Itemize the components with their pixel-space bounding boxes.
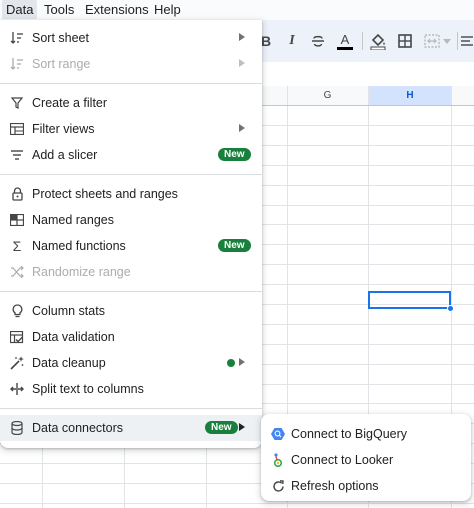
menu-item-data-validation[interactable]: Data validation (0, 324, 262, 350)
new-badge: New (218, 239, 251, 252)
menu-divider (0, 174, 262, 175)
text-color-label: A (340, 31, 350, 47)
menu-item-label: Column stats (32, 304, 105, 318)
looker-icon (271, 452, 285, 467)
submenu-item-label: Refresh options (291, 479, 379, 493)
italic-icon[interactable]: I (280, 30, 304, 52)
text-color-icon[interactable]: A (333, 30, 357, 52)
lock-icon (10, 187, 24, 201)
submenu-item-refresh-options[interactable]: Refresh options (261, 473, 471, 499)
bigquery-icon (271, 427, 285, 441)
menu-item-label: Data validation (32, 330, 115, 344)
slicer-icon (10, 148, 24, 162)
fill-color-icon[interactable] (366, 30, 390, 52)
menu-item-named-functions[interactable]: Σ Named functions New (0, 233, 262, 259)
refresh-icon (271, 479, 285, 493)
menu-item-named-ranges[interactable]: Named ranges (0, 207, 262, 233)
new-badge: New (205, 421, 238, 434)
submenu-arrow-icon (239, 59, 245, 67)
menu-item-sort-range[interactable]: Sort range (0, 51, 262, 77)
borders-icon[interactable] (393, 30, 417, 52)
menu-help[interactable]: Help (150, 0, 185, 19)
menu-item-label: Named functions (32, 239, 126, 253)
submenu-arrow-icon (239, 33, 245, 41)
text-color-swatch (337, 46, 353, 50)
data-connectors-submenu: Connect to BigQuery Connect to Looker Re… (261, 414, 471, 501)
submenu-arrow-icon (239, 423, 245, 431)
menu-item-label: Filter views (32, 122, 95, 136)
submenu-arrow-icon (239, 124, 245, 132)
new-badge: New (218, 148, 251, 161)
selected-cell[interactable] (368, 291, 451, 309)
submenu-item-connect-looker[interactable]: Connect to Looker (261, 447, 471, 473)
status-dot (227, 359, 235, 367)
toolbar-divider (362, 32, 363, 50)
submenu-item-connect-bigquery[interactable]: Connect to BigQuery (261, 421, 471, 447)
sort-icon (10, 57, 24, 71)
menu-item-label: Sort range (32, 57, 91, 71)
menu-item-randomize-range[interactable]: Randomize range (0, 259, 262, 285)
menu-item-filter-views[interactable]: Filter views (0, 116, 262, 142)
menu-item-data-cleanup[interactable]: Data cleanup (0, 350, 262, 376)
menu-extensions[interactable]: Extensions (81, 0, 153, 19)
menu-item-create-filter[interactable]: Create a filter (0, 90, 262, 116)
toolbar-divider (457, 32, 458, 50)
submenu-arrow-icon (239, 358, 245, 366)
submenu-item-label: Connect to Looker (291, 453, 394, 467)
menu-divider (0, 83, 262, 84)
menu-data[interactable]: Data (2, 0, 38, 19)
submenu-item-label: Connect to BigQuery (291, 427, 408, 441)
data-menu: Sort sheet Sort range Create a filter Fi… (0, 20, 262, 448)
strikethrough-icon[interactable] (306, 30, 330, 52)
sigma-icon: Σ (12, 238, 22, 254)
menu-divider (0, 408, 262, 409)
menu-bar: Data Tools Extensions Help (0, 0, 474, 20)
filter-icon (10, 96, 24, 110)
database-icon (10, 421, 24, 435)
menu-divider (0, 291, 262, 292)
menu-item-label: Add a slicer (32, 148, 98, 162)
menu-item-label: Data cleanup (32, 356, 106, 370)
sort-icon (10, 31, 24, 45)
menu-item-label: Randomize range (32, 265, 131, 279)
menu-tools[interactable]: Tools (40, 0, 78, 19)
menu-item-protect-sheets[interactable]: Protect sheets and ranges (0, 181, 262, 207)
align-icon[interactable] (460, 30, 474, 52)
column-header-h[interactable]: H (369, 86, 451, 105)
menu-item-column-stats[interactable]: Column stats (0, 298, 262, 324)
menu-item-label: Split text to columns (32, 382, 144, 396)
split-columns-icon (10, 382, 24, 396)
magic-wand-icon (10, 356, 24, 370)
menu-item-sort-sheet[interactable]: Sort sheet (0, 25, 262, 51)
menu-item-label: Named ranges (32, 213, 114, 227)
column-header-g[interactable]: G (287, 86, 368, 105)
menu-item-label: Data connectors (32, 421, 124, 435)
lightbulb-icon (10, 304, 24, 318)
shuffle-icon (10, 265, 24, 279)
menu-item-label: Create a filter (32, 96, 108, 110)
menu-item-data-connectors[interactable]: Data connectors New (0, 415, 262, 441)
chevron-down-icon[interactable] (440, 30, 454, 52)
menu-item-add-slicer[interactable]: Add a slicer New (0, 142, 262, 168)
filter-views-icon (10, 122, 24, 136)
data-validation-icon (10, 330, 24, 344)
menu-item-split-text[interactable]: Split text to columns (0, 376, 262, 402)
menu-item-label: Sort sheet (32, 31, 89, 45)
menu-item-label: Protect sheets and ranges (32, 187, 178, 201)
named-ranges-icon (10, 213, 24, 227)
fill-handle[interactable] (447, 305, 454, 312)
